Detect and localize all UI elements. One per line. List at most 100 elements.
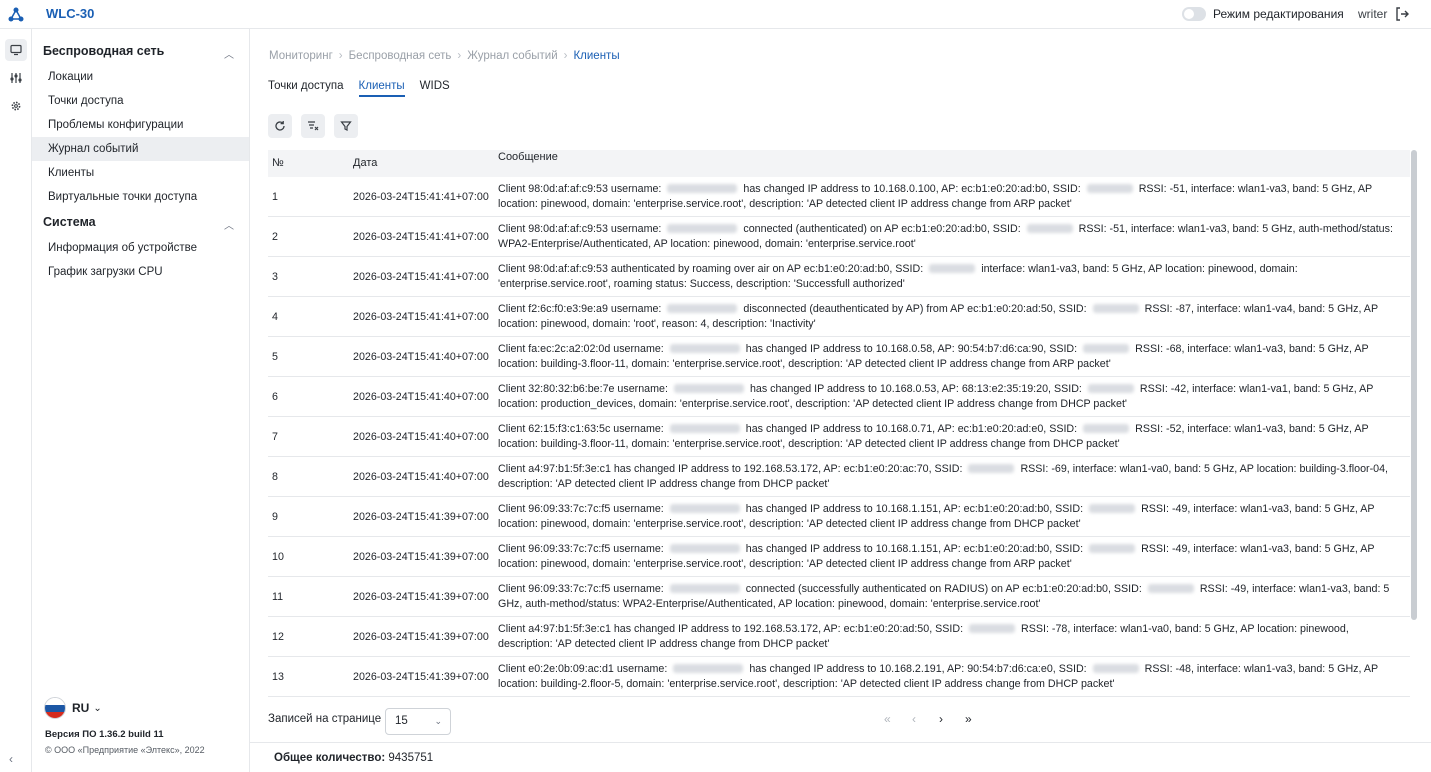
- row-date: 2026-03-24T15:41:40+07:00: [353, 470, 489, 483]
- page-size-select[interactable]: 15 ⌄: [385, 708, 451, 735]
- row-date: 2026-03-24T15:41:41+07:00: [353, 270, 489, 283]
- section-wireless-title[interactable]: Беспроводная сеть: [43, 44, 164, 58]
- first-page-button[interactable]: «: [884, 712, 891, 726]
- column-header-number[interactable]: №: [268, 150, 349, 177]
- sidebar-item-cpu-chart[interactable]: График загрузки CPU: [32, 260, 249, 284]
- total-count: Общее количество: 9435751: [274, 752, 433, 764]
- row-number: 13: [272, 670, 284, 683]
- clear-filter-button[interactable]: [301, 114, 325, 138]
- monitor-icon: [10, 44, 22, 56]
- table-row[interactable]: 8 2026-03-24T15:41:40+07:00 Client a4:97:b…: [268, 457, 1410, 497]
- row-number: 2: [272, 230, 278, 243]
- page-size-value: 15: [395, 715, 408, 727]
- prev-page-button[interactable]: ‹: [912, 712, 916, 726]
- redacted-value: [1092, 304, 1139, 314]
- sidebar-item-virtual-aps[interactable]: Виртуальные точки доступа: [32, 185, 249, 209]
- table-row[interactable]: 4 2026-03-24T15:41:41+07:00 Client f2:6c:f…: [268, 297, 1410, 337]
- logout-icon[interactable]: [1394, 6, 1410, 22]
- redacted-value: [929, 264, 976, 274]
- edit-mode-toggle[interactable]: [1182, 7, 1206, 21]
- tab-wids[interactable]: WIDS: [420, 80, 450, 97]
- top-bar: WLC-30 Режим редактирования writer: [0, 0, 1431, 29]
- breadcrumb: Мониторинг › Беспроводная сеть › Журнал со…: [269, 50, 620, 62]
- collapse-sidebar-icon[interactable]: ‹: [9, 752, 13, 766]
- redacted-value: [669, 504, 740, 514]
- message-text: Client 96:09:33:7c:7c:f5 username:: [498, 502, 664, 515]
- message-text: Client f2:6c:f0:e3:9e:a9 username:: [498, 302, 662, 315]
- table-row[interactable]: 7 2026-03-24T15:41:40+07:00 Client 62:15:f…: [268, 417, 1410, 457]
- message-text: has changed IP address to 10.168.0.53, A…: [749, 382, 1082, 395]
- table-row[interactable]: 6 2026-03-24T15:41:40+07:00 Client 32:80:3…: [268, 377, 1410, 417]
- section-system-title[interactable]: Система: [43, 215, 96, 229]
- events-table: № Дата Сообщение 1 2026-03-24T15:41:41+07…: [268, 150, 1410, 697]
- row-date: 2026-03-24T15:41:41+07:00: [353, 310, 489, 323]
- sidebar-item-clients[interactable]: Клиенты: [32, 161, 249, 185]
- tab-clients[interactable]: Клиенты: [358, 80, 405, 97]
- row-number: 6: [272, 390, 278, 403]
- tab-access-points[interactable]: Точки доступа: [268, 80, 344, 97]
- message-text: has changed IP address to 10.168.0.58, A…: [745, 342, 1078, 355]
- breadcrumb-monitoring[interactable]: Мониторинг: [269, 50, 333, 62]
- table-row[interactable]: 2 2026-03-24T15:41:41+07:00 Client 98:0d:a…: [268, 217, 1410, 257]
- sidebar-item-locations[interactable]: Локации: [32, 65, 249, 89]
- table-row[interactable]: 9 2026-03-24T15:41:39+07:00 Client 96:09:3…: [268, 497, 1410, 537]
- column-header-message[interactable]: Сообщение: [493, 150, 1410, 177]
- sidebar-item-config-problems[interactable]: Проблемы конфигурации: [32, 113, 249, 137]
- redacted-value: [1086, 184, 1133, 194]
- table-row[interactable]: 3 2026-03-24T15:41:41+07:00 Client 98:0d:a…: [268, 257, 1410, 297]
- redacted-value: [673, 384, 744, 394]
- rail-monitoring-button[interactable]: [5, 39, 27, 61]
- message-text: Client 98:0d:af:af:c9:53 username:: [498, 222, 662, 235]
- message-text: Client 62:15:f3:c1:63:5c username:: [498, 422, 664, 435]
- language-selector[interactable]: RU ⌄: [44, 697, 102, 719]
- edit-mode-label: Режим редактирования: [1213, 7, 1344, 21]
- redacted-value: [1087, 384, 1134, 394]
- filter-button[interactable]: [334, 114, 358, 138]
- refresh-icon: [275, 121, 285, 131]
- username: writer: [1358, 7, 1388, 21]
- table-row[interactable]: 13 2026-03-24T15:41:39+07:00 Client e0:2e:…: [268, 657, 1410, 697]
- page-size-label: Записей на странице: [268, 713, 382, 725]
- table-scrollbar[interactable]: [1411, 150, 1417, 620]
- icon-rail: ‹: [0, 29, 32, 772]
- table-row[interactable]: 11 2026-03-24T15:41:39+07:00 Client 96:09:…: [268, 577, 1410, 617]
- redacted-value: [669, 584, 740, 594]
- total-count-label: Общее количество:: [274, 752, 386, 764]
- row-message: Client 96:09:33:7c:7c:f5 username: has ch…: [493, 542, 1410, 572]
- redacted-value: [1147, 584, 1194, 594]
- sliders-icon: [10, 73, 22, 83]
- message-text: Client a4:97:b1:5f:3e:c1 has changed IP …: [498, 462, 963, 475]
- row-message: Client 98:0d:af:af:c9:53 username: connec…: [493, 222, 1410, 252]
- rail-config-button[interactable]: [5, 67, 27, 89]
- app-logo-icon[interactable]: [7, 6, 25, 24]
- sidebar-item-access-points[interactable]: Точки доступа: [32, 89, 249, 113]
- row-number: 7: [272, 430, 278, 443]
- row-date: 2026-03-24T15:41:39+07:00: [353, 670, 489, 683]
- row-date: 2026-03-24T15:41:39+07:00: [353, 630, 489, 643]
- table-header: № Дата Сообщение: [268, 150, 1410, 177]
- rail-settings-button[interactable]: [5, 95, 27, 117]
- column-header-date[interactable]: Дата: [349, 150, 493, 177]
- table-row[interactable]: 5 2026-03-24T15:41:40+07:00 Client fa:ec:2…: [268, 337, 1410, 377]
- redacted-value: [669, 424, 740, 434]
- sidebar-item-device-info[interactable]: Информация об устройстве: [32, 236, 249, 260]
- refresh-button[interactable]: [268, 114, 292, 138]
- chevron-up-icon[interactable]: ︿: [224, 46, 234, 61]
- table-row[interactable]: 10 2026-03-24T15:41:39+07:00 Client 96:09:…: [268, 537, 1410, 577]
- last-page-button[interactable]: »: [965, 712, 972, 726]
- message-text: disconnected (deauthenticated by AP) fro…: [743, 302, 1087, 315]
- chevron-up-icon[interactable]: ︿: [224, 217, 234, 232]
- total-count-value: 9435751: [388, 752, 434, 764]
- redacted-value: [1089, 544, 1136, 554]
- table-row[interactable]: 12 2026-03-24T15:41:39+07:00 Client a4:97:…: [268, 617, 1410, 657]
- redacted-value: [673, 664, 744, 674]
- sidebar-item-event-log[interactable]: Журнал событий: [32, 137, 249, 161]
- redacted-value: [667, 184, 738, 194]
- row-number: 11: [272, 590, 284, 603]
- table-row[interactable]: 1 2026-03-24T15:41:41+07:00 Client 98:0d:a…: [268, 177, 1410, 217]
- next-page-button[interactable]: ›: [939, 712, 943, 726]
- row-message: Client a4:97:b1:5f:3e:c1 has changed IP …: [493, 622, 1410, 652]
- redacted-value: [1083, 424, 1130, 434]
- breadcrumb-wireless[interactable]: Беспроводная сеть: [349, 50, 452, 62]
- breadcrumb-event-log[interactable]: Журнал событий: [467, 50, 557, 62]
